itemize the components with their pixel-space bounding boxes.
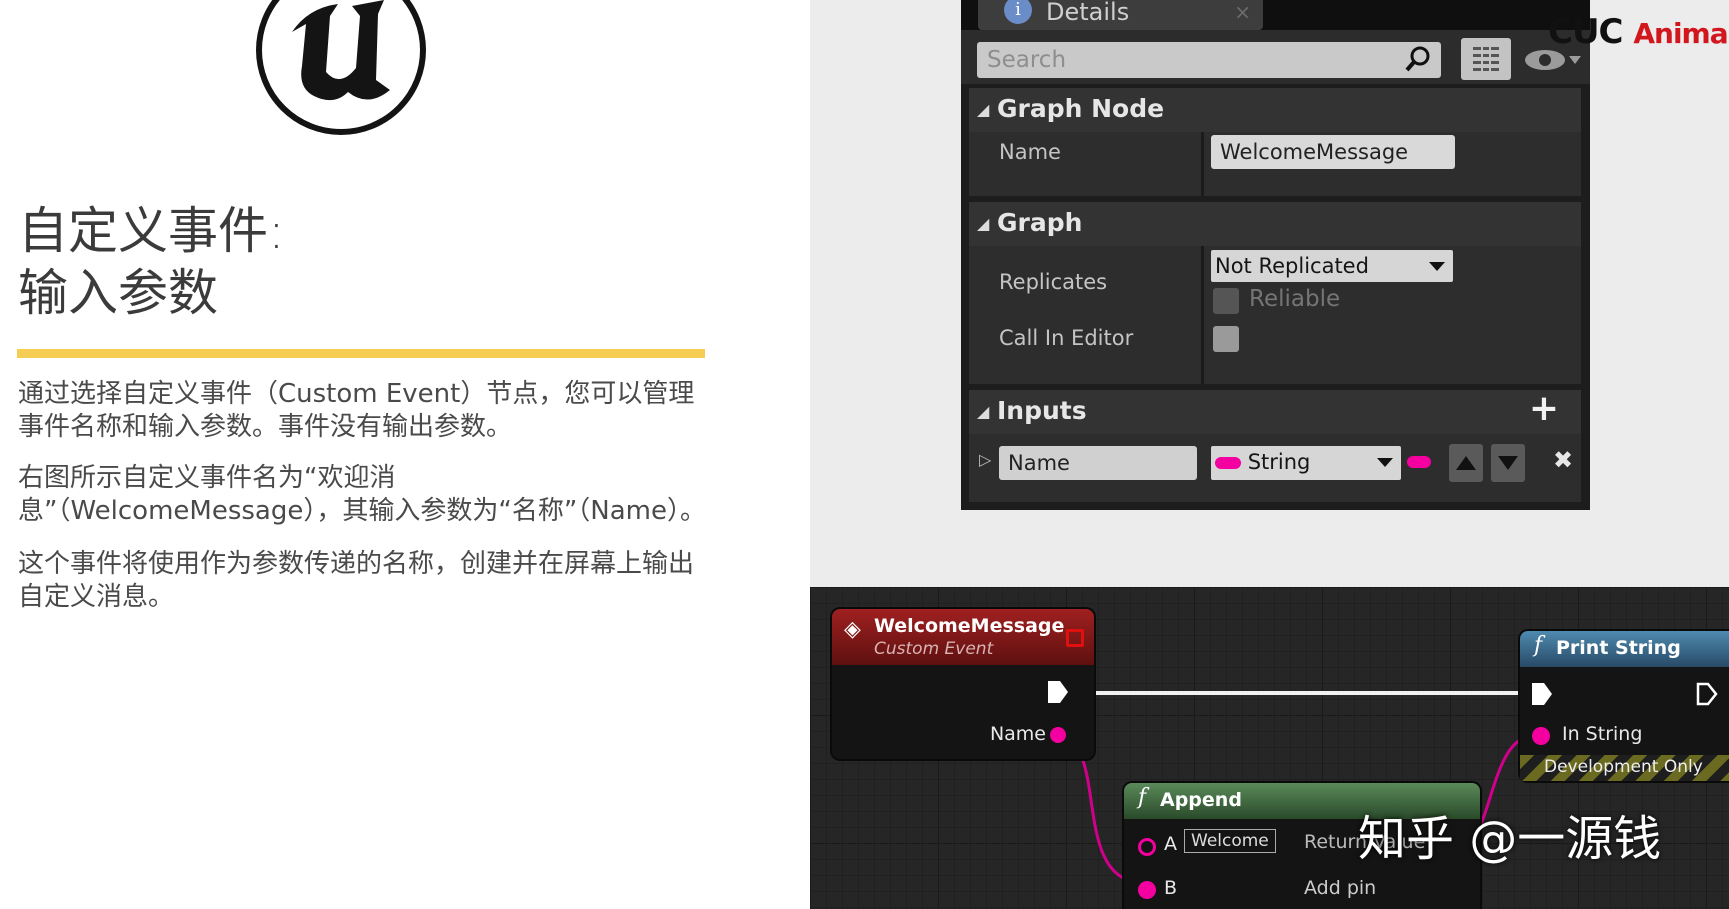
paragraph-3: 这个事件将使用作为参数传递的名称，创建并在屏幕上输出自定义消息。 bbox=[18, 549, 695, 612]
search-placeholder: Search bbox=[987, 47, 1067, 73]
reliable-label: Reliable bbox=[1249, 286, 1341, 312]
call-in-editor-label: Call In Editor bbox=[999, 326, 1134, 350]
arrow-up-icon bbox=[1456, 456, 1476, 470]
name-label: Name bbox=[999, 140, 1061, 164]
development-only-label: Development Only bbox=[1544, 757, 1703, 777]
move-down-button[interactable] bbox=[1491, 444, 1525, 482]
delegate-pin-icon[interactable] bbox=[1066, 629, 1084, 647]
details-tab[interactable]: i Details × bbox=[978, 0, 1263, 30]
event-node-subtitle: Custom Event bbox=[874, 639, 994, 659]
tab-close-icon[interactable]: × bbox=[1234, 0, 1251, 24]
column-divider bbox=[1201, 246, 1204, 384]
paragraph-2: 右图所示自定义事件名为“欢迎消息”（WelcomeMessage），其输入参数为… bbox=[18, 463, 706, 526]
print-node-title: Print String bbox=[1556, 637, 1681, 659]
event-name-pin-label: Name bbox=[989, 723, 1046, 745]
string-pin-icon[interactable] bbox=[1050, 727, 1066, 743]
cuc-brand: CUC Anima bbox=[1548, 12, 1729, 52]
view-options-button[interactable] bbox=[1461, 38, 1511, 80]
title-divider bbox=[17, 349, 705, 358]
anima-text: Anima bbox=[1633, 17, 1728, 50]
graph-node-title: Graph Node bbox=[997, 94, 1165, 123]
pin-a-label: A bbox=[1164, 833, 1177, 855]
development-only-banner: Development Only bbox=[1520, 755, 1729, 781]
graph-header[interactable]: ◢ Graph bbox=[969, 202, 1581, 246]
blueprint-graph[interactable]: ◈ WelcomeMessage Custom Event Name f App… bbox=[810, 587, 1729, 909]
slide-title-line1: 自定义事件: bbox=[18, 202, 285, 260]
pin-a-icon[interactable] bbox=[1138, 838, 1156, 856]
details-panel: i Details × Search ◢ Graph Node Name Wel… bbox=[961, 0, 1590, 510]
collapse-icon: ◢ bbox=[977, 402, 990, 421]
graph-section: ◢ Graph Replicates Call In Editor Not Re… bbox=[969, 202, 1581, 384]
move-up-button[interactable] bbox=[1449, 444, 1483, 482]
param-type-value: String bbox=[1247, 450, 1311, 474]
name-field[interactable]: WelcomeMessage bbox=[1211, 135, 1455, 169]
replicates-dropdown[interactable]: Not Replicated bbox=[1211, 250, 1453, 282]
inputs-title: Inputs bbox=[997, 396, 1087, 425]
replicates-value: Not Replicated bbox=[1215, 254, 1369, 278]
in-string-pin-icon[interactable] bbox=[1532, 727, 1550, 745]
pin-color-icon bbox=[1407, 456, 1431, 468]
graph-title: Graph bbox=[997, 208, 1083, 237]
pin-a-value-field[interactable]: Welcome bbox=[1184, 829, 1276, 853]
graph-node-header[interactable]: ◢ Graph Node bbox=[969, 88, 1581, 132]
chevron-down-icon bbox=[1377, 458, 1393, 467]
function-icon: f bbox=[1534, 633, 1543, 658]
inputs-header[interactable]: ◢ Inputs + bbox=[969, 388, 1581, 434]
watermark-text: 知乎 @一源钱 bbox=[1358, 811, 1662, 867]
replicates-label: Replicates bbox=[999, 270, 1108, 294]
slide-text-area: 自定义事件: 输入参数 通过选择自定义事件（Custom Event）节点，您可… bbox=[0, 0, 810, 909]
print-string-node[interactable]: f Print String In String Development Onl… bbox=[1520, 631, 1729, 781]
event-diamond-icon: ◈ bbox=[844, 617, 861, 642]
paragraph-1: 通过选择自定义事件（Custom Event）节点，您可以管理事件名称和输入参数… bbox=[18, 379, 695, 442]
event-node-title: WelcomeMessage bbox=[874, 615, 1065, 637]
graph-node-section: ◢ Graph Node Name WelcomeMessage bbox=[969, 88, 1581, 196]
cuc-text: CUC bbox=[1548, 12, 1624, 52]
string-pin-icon bbox=[1215, 457, 1241, 469]
function-icon: f bbox=[1138, 785, 1147, 810]
call-in-editor-checkbox[interactable] bbox=[1213, 326, 1239, 352]
details-tab-label: Details bbox=[1046, 0, 1130, 26]
custom-event-node[interactable]: ◈ WelcomeMessage Custom Event Name bbox=[832, 609, 1094, 759]
unreal-logo-icon bbox=[256, 0, 426, 135]
pin-b-icon[interactable] bbox=[1138, 881, 1156, 899]
in-string-label: In String bbox=[1562, 723, 1643, 745]
column-divider bbox=[1201, 132, 1204, 196]
info-icon: i bbox=[1004, 0, 1032, 24]
expand-param-icon[interactable]: ▷ bbox=[979, 450, 991, 469]
arrow-down-icon bbox=[1498, 456, 1518, 470]
append-node-title: Append bbox=[1160, 789, 1242, 811]
details-tab-bar: i Details × bbox=[961, 0, 1590, 30]
search-input[interactable]: Search bbox=[977, 42, 1441, 78]
event-node-header: ◈ WelcomeMessage Custom Event bbox=[832, 609, 1094, 665]
param-name-field[interactable]: Name bbox=[999, 446, 1197, 480]
exec-out-pin-icon[interactable] bbox=[1696, 682, 1718, 706]
collapse-icon: ◢ bbox=[977, 214, 990, 233]
exec-out-pin-icon[interactable] bbox=[1048, 681, 1068, 703]
param-type-dropdown[interactable]: String bbox=[1211, 446, 1401, 480]
inputs-section: ◢ Inputs + ▷ Name String ✖ bbox=[969, 388, 1581, 502]
list-grid-icon bbox=[1473, 47, 1499, 71]
slide-title-line2: 输入参数 bbox=[18, 264, 218, 322]
search-row: Search bbox=[961, 30, 1590, 84]
remove-param-button[interactable]: ✖ bbox=[1553, 446, 1573, 474]
collapse-icon: ◢ bbox=[977, 100, 990, 119]
reliable-checkbox[interactable] bbox=[1213, 288, 1239, 314]
add-input-button[interactable]: + bbox=[1529, 388, 1559, 429]
pin-b-label: B bbox=[1164, 877, 1178, 899]
add-pin-button[interactable]: Add pin bbox=[1304, 877, 1376, 899]
chevron-down-icon bbox=[1429, 262, 1445, 271]
print-node-header: f Print String bbox=[1520, 631, 1729, 667]
exec-in-pin-icon[interactable] bbox=[1532, 683, 1552, 705]
search-icon[interactable] bbox=[1405, 46, 1431, 72]
